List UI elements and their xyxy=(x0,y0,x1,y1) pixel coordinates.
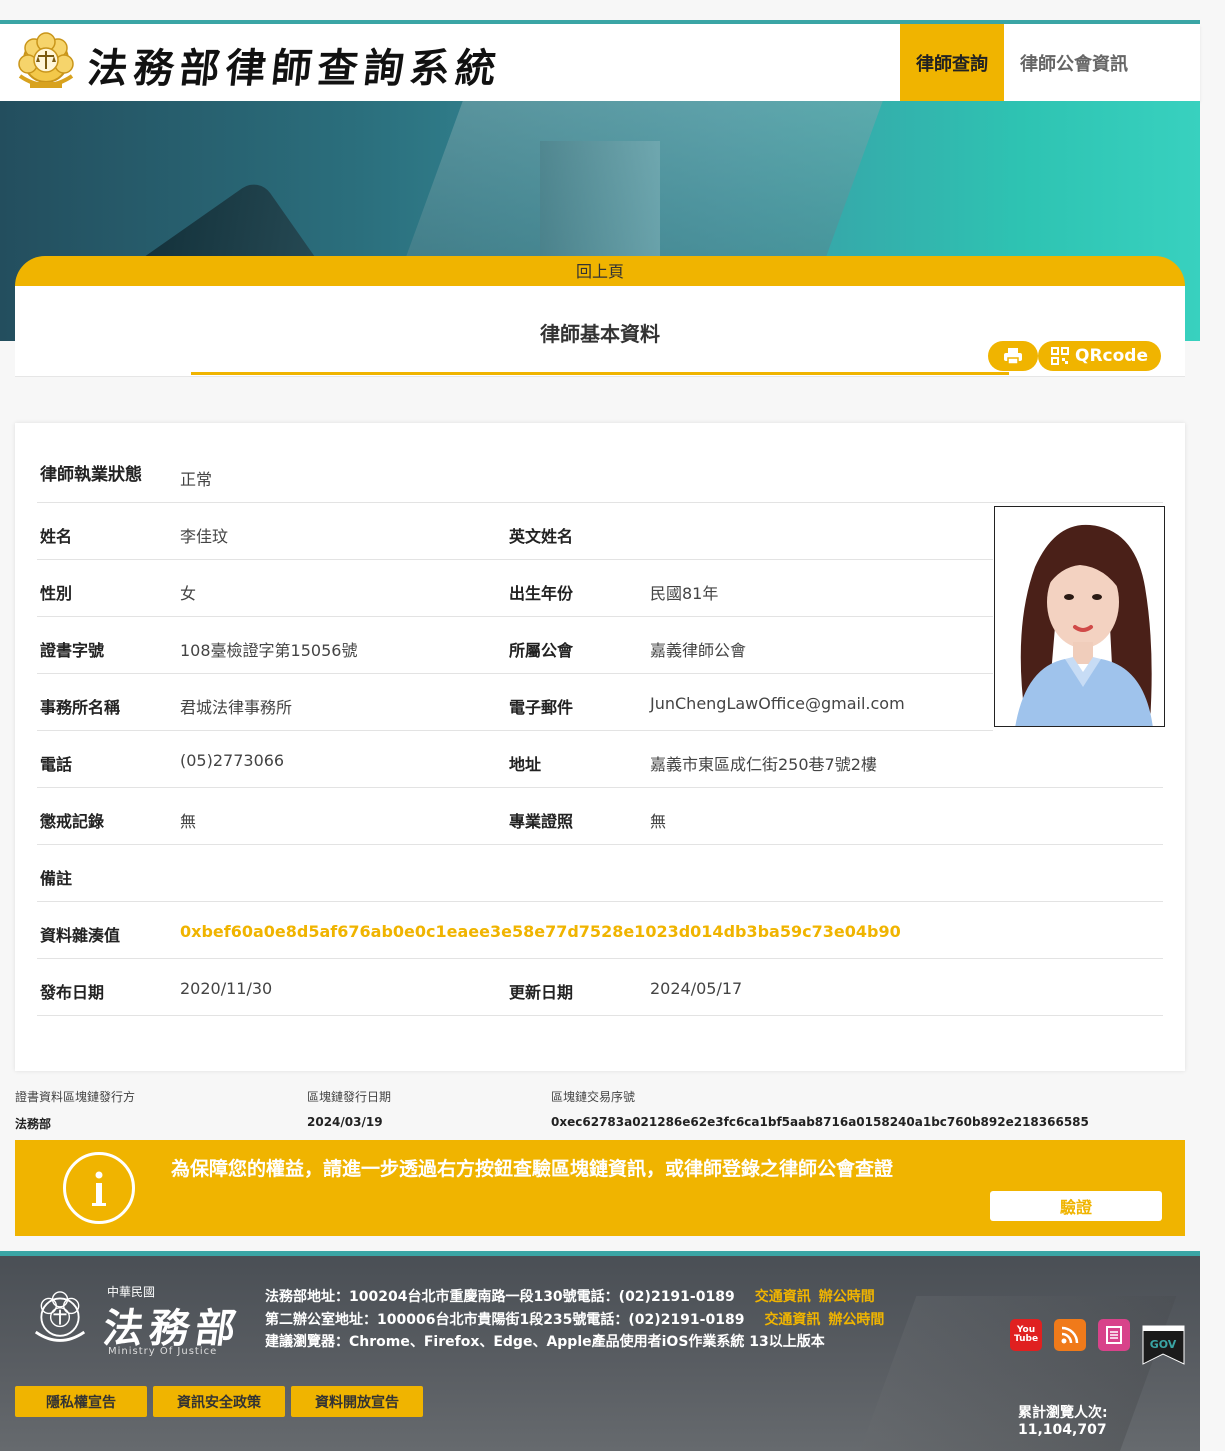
chain-issuer-label: 證書資料區塊鏈發行方 xyxy=(15,1090,136,1104)
en-name-label: 英文姓名 xyxy=(509,527,574,546)
nav-lawyer-search[interactable]: 律師查詢 xyxy=(900,24,1004,101)
gov-label: GOV xyxy=(1150,1338,1177,1351)
verify-button[interactable]: 驗證 xyxy=(990,1191,1162,1221)
footer-line-3: 建議瀏覽器：Chrome、Firefox、Edge、Apple產品使用者iOS作… xyxy=(265,1334,825,1350)
chain-issuer: 證書資料區塊鏈發行方 法務部 xyxy=(15,1088,135,1132)
traffic-link-2[interactable]: 交通資訊 xyxy=(764,1312,820,1328)
row-hash: 資料雜湊值 0xbef60a0e8d5af676ab0e0c1eaee3e58e… xyxy=(37,902,1163,959)
cert-value: 108臺檢證字第15056號 xyxy=(180,641,358,660)
verify-banner: 為保障您的權益，請進一步透過右方按鈕查驗區塊鏈資訊，或律師登錄之律師公會查證 驗… xyxy=(15,1140,1185,1236)
print-button[interactable] xyxy=(988,341,1038,371)
chain-tx-value: 0xec62783a021286e62e3fc6ca1bf5aab8716a01… xyxy=(551,1115,1089,1129)
row-dates: 發布日期 2020/11/30 更新日期 2024/05/17 xyxy=(37,959,1163,1016)
row-office: 事務所名稱 君城法律事務所 電子郵件 JunChengLawOffice@gma… xyxy=(37,674,993,731)
lawyer-info-card: 律師執業狀態 正常 姓名 李佳玟 英文姓名 性別 女 出生年份 民國81年 證書… xyxy=(15,423,1185,1071)
status-value: 正常 xyxy=(180,470,213,489)
email-label: 電子郵件 xyxy=(509,698,574,717)
verify-message: 為保障您的權益，請進一步透過右方按鈕查驗區塊鏈資訊，或律師登錄之律師公會查證 xyxy=(171,1158,894,1180)
cert-label: 證書字號 xyxy=(40,641,105,660)
name-label: 姓名 xyxy=(40,527,73,546)
portrait-image xyxy=(995,507,1164,726)
back-button[interactable]: 回上頁 xyxy=(15,256,1185,288)
hash-label: 資料雜湊值 xyxy=(40,926,121,945)
gov-icon[interactable]: GOV xyxy=(1141,1324,1186,1365)
footer-address-2: 第二辦公室地址：100006台北市貴陽街1段235號電話：(02)2191-01… xyxy=(265,1311,745,1328)
qrcode-icon xyxy=(1051,347,1069,365)
visit-counter: 累計瀏覽人次: 11,104,707 xyxy=(1018,1405,1108,1438)
note-label: 備註 xyxy=(40,869,73,888)
chain-date-label: 區塊鏈發行日期 xyxy=(307,1090,392,1104)
site-header: 法務部律師查詢系統 律師查詢 律師公會資訊 xyxy=(0,24,1200,101)
footer-address-1: 法務部地址：100204台北市重慶南路一段130號電話：(02)2191-018… xyxy=(265,1289,735,1305)
update-label: 更新日期 xyxy=(509,983,574,1002)
footer-line-2: 第二辦公室地址：100006台北市貴陽街1段235號電話：(02)2191-01… xyxy=(265,1309,884,1332)
footer-contact: 法務部地址：100204台北市重慶南路一段130號電話：(02)2191-018… xyxy=(265,1286,884,1354)
info-icon xyxy=(63,1152,135,1224)
youtube-label: You Tube xyxy=(1013,1325,1039,1344)
chain-issuer-value: 法務部 xyxy=(15,1117,52,1131)
qrcode-button[interactable]: QRcode xyxy=(1038,341,1161,371)
traffic-link-1[interactable]: 交通資訊 xyxy=(755,1289,811,1305)
phone-value: (05)2773066 xyxy=(180,751,285,770)
gender-label: 性別 xyxy=(40,584,73,603)
rss-icon[interactable] xyxy=(1054,1319,1086,1351)
row-status: 律師執業狀態 正常 xyxy=(37,443,1163,503)
phone-label: 電話 xyxy=(40,755,73,774)
footer-moj-en: Ministry Of Justice xyxy=(108,1346,218,1357)
row-gender: 性別 女 出生年份 民國81年 xyxy=(37,560,993,617)
discipline-value: 無 xyxy=(180,812,197,831)
security-policy-button[interactable]: 資訊安全政策 xyxy=(153,1386,285,1417)
row-note: 備註 xyxy=(37,845,1163,902)
moj-emblem-icon[interactable] xyxy=(14,32,78,92)
status-label: 律師執業狀態 xyxy=(40,465,142,485)
chain-tx: 區塊鏈交易序號 0xec62783a021286e62e3fc6ca1bf5aa… xyxy=(551,1088,1089,1129)
nav-bar-association[interactable]: 律師公會資訊 xyxy=(1004,24,1144,101)
publish-value: 2020/11/30 xyxy=(180,979,273,998)
hours-link-1[interactable]: 辦公時間 xyxy=(819,1289,875,1305)
gender-value: 女 xyxy=(180,584,197,603)
site-title[interactable]: 法務部律師查詢系統 xyxy=(85,36,505,94)
title-underline xyxy=(191,372,1009,375)
row-phone: 電話 (05)2773066 地址 嘉義市東區成仁街250巷7號2樓 xyxy=(37,731,1163,788)
row-discipline: 懲戒記錄 無 專業證照 無 xyxy=(37,788,1163,845)
hours-link-2[interactable]: 辦公時間 xyxy=(828,1312,884,1328)
address-label: 地址 xyxy=(509,755,542,774)
license-label: 專業證照 xyxy=(509,812,574,831)
moj-emblem-icon xyxy=(34,1291,86,1342)
hash-value[interactable]: 0xbef60a0e8d5af676ab0e0c1eaee3e58e77d752… xyxy=(180,922,901,941)
email-value[interactable]: JunChengLawOffice@gmail.com xyxy=(650,694,905,713)
chain-date-value: 2024/03/19 xyxy=(307,1115,383,1129)
title-card: 律師基本資料 QRcode xyxy=(15,286,1185,377)
row-cert: 證書字號 108臺檢證字第15056號 所屬公會 嘉義律師公會 xyxy=(37,617,993,674)
bar-label: 所屬公會 xyxy=(509,641,574,660)
office-label: 事務所名稱 xyxy=(40,698,121,717)
address-value: 嘉義市東區成仁街250巷7號2樓 xyxy=(650,755,877,774)
chain-tx-label: 區塊鏈交易序號 xyxy=(551,1090,636,1104)
discipline-label: 懲戒記錄 xyxy=(40,812,105,831)
chain-date: 區塊鏈發行日期 2024/03/19 xyxy=(307,1088,391,1129)
site-footer: 中華民國 法務部 Ministry Of Justice 法務部地址：10020… xyxy=(0,1251,1200,1451)
publish-label: 發布日期 xyxy=(40,983,105,1002)
newsletter-icon[interactable] xyxy=(1098,1319,1130,1351)
lawyer-photo xyxy=(994,506,1165,727)
birth-value: 民國81年 xyxy=(650,584,719,603)
office-value: 君城法律事務所 xyxy=(180,698,293,717)
license-value: 無 xyxy=(650,812,667,831)
update-value: 2024/05/17 xyxy=(650,979,743,998)
name-value: 李佳玟 xyxy=(180,527,229,546)
row-name: 姓名 李佳玟 英文姓名 xyxy=(37,503,993,560)
qrcode-label: QRcode xyxy=(1075,346,1148,366)
open-data-button[interactable]: 資料開放宣告 xyxy=(291,1386,423,1417)
privacy-button[interactable]: 隱私權宣告 xyxy=(15,1386,147,1417)
birth-label: 出生年份 xyxy=(509,584,574,603)
footer-line-1: 法務部地址：100204台北市重慶南路一段130號電話：(02)2191-018… xyxy=(265,1286,884,1309)
bar-value: 嘉義律師公會 xyxy=(650,641,747,660)
print-icon xyxy=(1004,348,1022,365)
youtube-icon[interactable]: You Tube xyxy=(1010,1319,1042,1351)
